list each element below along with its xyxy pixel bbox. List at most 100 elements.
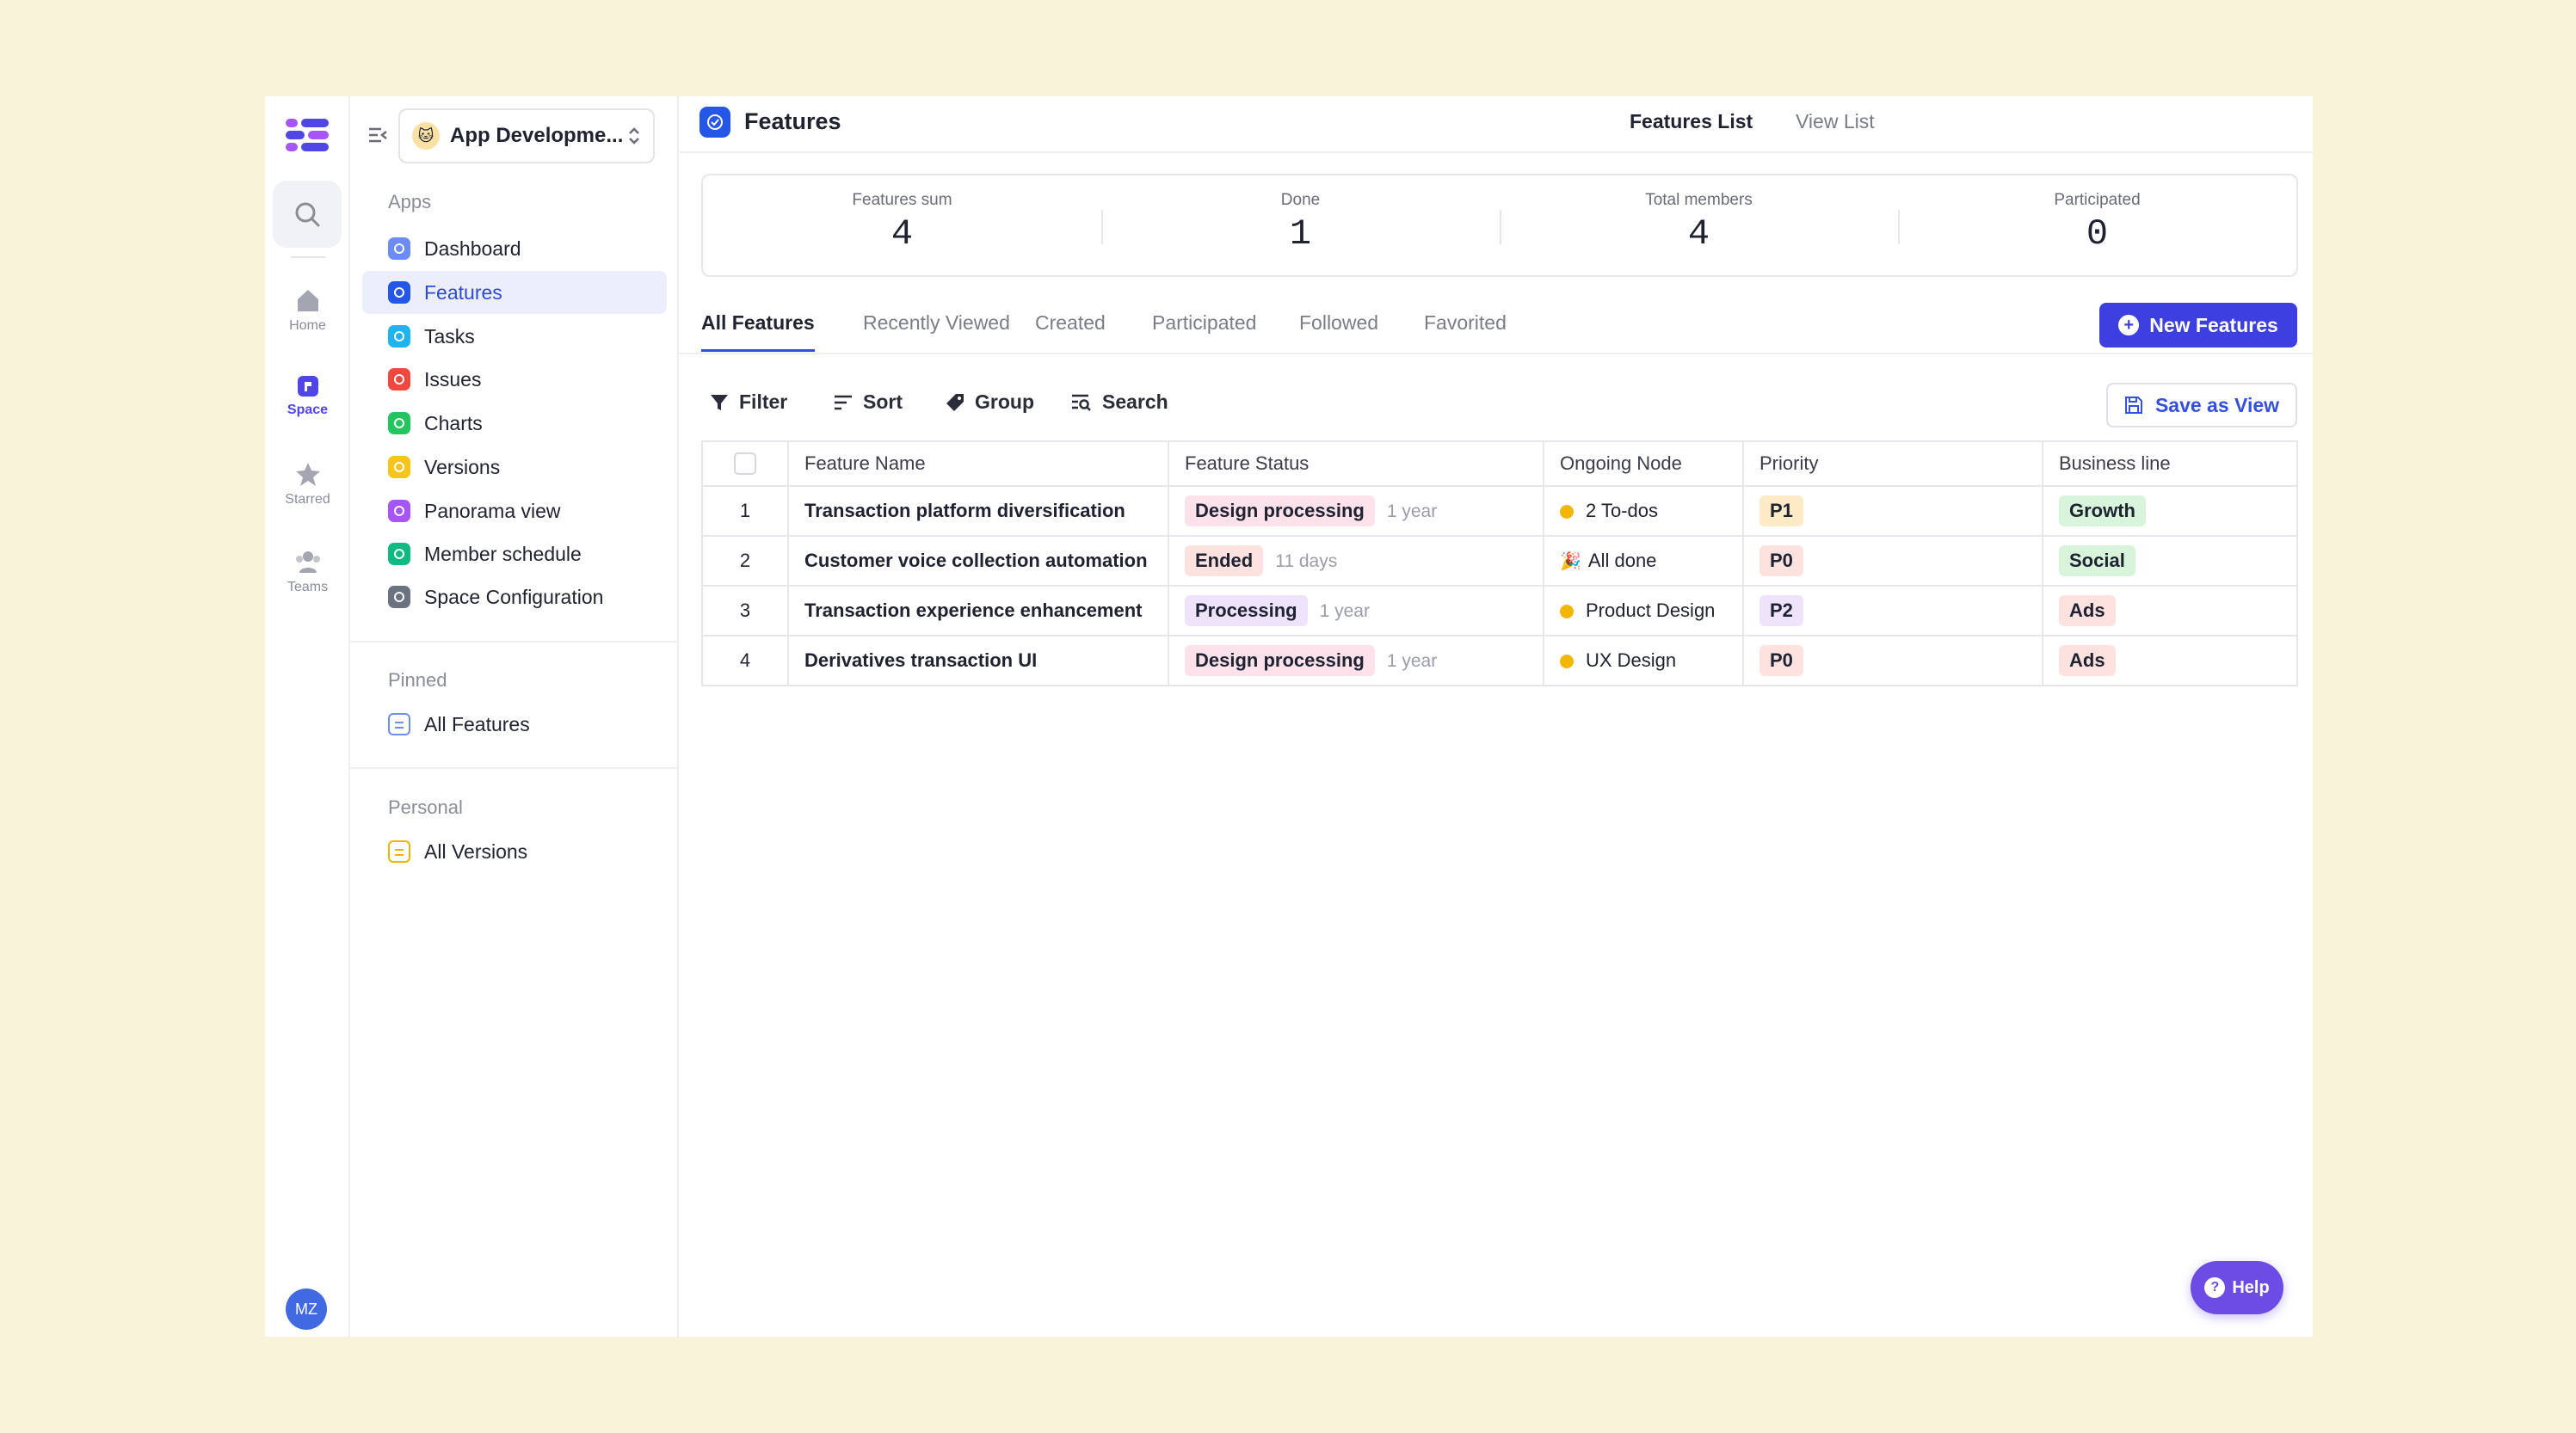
status-badge: Ended	[1185, 545, 1264, 576]
rail-divider	[291, 256, 325, 258]
business-badge: Ads	[2059, 645, 2116, 676]
save-icon	[2124, 397, 2142, 414]
main-content: Features Features List View List Feature…	[679, 96, 2313, 1337]
priority-cell[interactable]: P2	[1743, 586, 2043, 637]
feature-status-cell[interactable]: Ended 11 days	[1168, 536, 1544, 587]
space-selector[interactable]: 🐱 App Developme...	[398, 108, 655, 163]
priority-cell[interactable]: P0	[1743, 636, 2043, 686]
ongoing-node-cell[interactable]: 🎉 All done	[1544, 536, 1744, 587]
feature-name[interactable]: Customer voice collection automation	[788, 536, 1169, 587]
row-number: 2	[702, 536, 789, 587]
status-badge: Design processing	[1185, 495, 1375, 526]
tab-created[interactable]: Created	[1035, 311, 1106, 335]
space-name: App Developme...	[450, 124, 624, 147]
stat-features-sum: Features sum 4	[852, 191, 952, 255]
sidebar-item-all-features[interactable]: All Features	[362, 703, 667, 746]
space-icon	[297, 376, 318, 397]
priority-cell[interactable]: P0	[1743, 536, 2043, 587]
business-line-cell[interactable]: Ads	[2043, 636, 2297, 686]
help-button[interactable]: ? Help	[2191, 1261, 2283, 1314]
tasks-icon	[388, 325, 410, 347]
global-search-button[interactable]	[273, 181, 342, 248]
column-header-feature-name[interactable]: Feature Name	[788, 441, 1169, 487]
rail-item-space[interactable]: Space	[265, 375, 350, 418]
sidebar-item-features[interactable]: Features	[362, 271, 667, 314]
sort-button[interactable]: Sort	[834, 391, 903, 414]
status-duration: 1 year	[1386, 501, 1438, 521]
tab-favorited[interactable]: Favorited	[1424, 311, 1507, 335]
tab-view-list[interactable]: View List	[1796, 110, 1875, 133]
status-duration: 1 year	[1319, 601, 1370, 621]
features-table: Feature Name Feature Status Ongoing Node…	[701, 440, 2298, 686]
search-list-icon	[1072, 394, 1091, 411]
table-row[interactable]: 4 Derivatives transaction UI Design proc…	[702, 636, 2297, 686]
sidebar-item-space-configuration[interactable]: Space Configuration	[362, 575, 667, 618]
column-header-business-line[interactable]: Business line	[2043, 441, 2297, 487]
star-icon	[295, 463, 320, 486]
stat-participated: Participated 0	[1898, 175, 2296, 275]
table-row[interactable]: 3 Transaction experience enhancement Pro…	[702, 586, 2297, 637]
table-row[interactable]: 1 Transaction platform diversification D…	[702, 486, 2297, 537]
priority-cell[interactable]: P1	[1743, 486, 2043, 537]
save-as-view-button[interactable]: Save as View	[2106, 383, 2297, 427]
status-dot-icon	[1560, 605, 1574, 619]
priority-badge: P0	[1759, 645, 1803, 676]
tab-features-list[interactable]: Features List	[1630, 110, 1753, 133]
charts-icon	[388, 412, 410, 434]
feature-name[interactable]: Transaction platform diversification	[788, 486, 1169, 537]
status-dot-icon	[1560, 505, 1574, 520]
sidebar-item-panorama-view[interactable]: Panorama view	[362, 489, 667, 532]
column-header-feature-status[interactable]: Feature Status	[1168, 441, 1544, 487]
sidebar-item-tasks[interactable]: Tasks	[362, 315, 667, 358]
tab-participated[interactable]: Participated	[1152, 311, 1256, 335]
rail-item-teams[interactable]: Teams	[265, 549, 350, 595]
stat-total-members: Total members 4	[1500, 175, 1898, 275]
sidebar-item-member-schedule[interactable]: Member schedule	[362, 532, 667, 575]
feature-status-cell[interactable]: Processing 1 year	[1168, 586, 1544, 637]
select-all-checkbox[interactable]	[734, 452, 756, 475]
sidebar: 🐱 App Developme... Apps Dashboard Featur…	[350, 96, 679, 1337]
business-line-cell[interactable]: Growth	[2043, 486, 2297, 537]
sidebar-item-issues[interactable]: Issues	[362, 358, 667, 401]
ongoing-node-cell[interactable]: 2 To-dos	[1544, 486, 1744, 537]
stats-panel: Features sum 4 Done 1 Total members 4 Pa…	[701, 174, 2298, 277]
page-title: Features	[744, 108, 841, 134]
gear-icon	[388, 586, 410, 608]
priority-badge: P1	[1759, 495, 1803, 526]
sidebar-item-charts[interactable]: Charts	[362, 402, 667, 445]
list-icon	[388, 840, 410, 863]
tab-all-features[interactable]: All Features	[701, 311, 815, 352]
feature-status-cell[interactable]: Design processing 1 year	[1168, 636, 1544, 686]
column-header-ongoing-node[interactable]: Ongoing Node	[1544, 441, 1744, 487]
sidebar-item-dashboard[interactable]: Dashboard	[362, 227, 667, 270]
collapse-sidebar-icon[interactable]	[367, 125, 388, 145]
app-logo-icon[interactable]	[284, 115, 330, 153]
ongoing-node-cell[interactable]: UX Design	[1544, 636, 1744, 686]
user-avatar[interactable]: MZ	[286, 1288, 327, 1330]
feature-status-cell[interactable]: Design processing 1 year	[1168, 486, 1544, 537]
row-number: 3	[702, 586, 789, 637]
sidebar-divider	[350, 767, 677, 769]
column-header-priority[interactable]: Priority	[1743, 441, 2043, 487]
ongoing-node-cell[interactable]: Product Design	[1544, 586, 1744, 637]
search-button[interactable]: Search	[1071, 391, 1168, 414]
table-row[interactable]: 2 Customer voice collection automation E…	[702, 536, 2297, 587]
business-badge: Ads	[2059, 595, 2116, 626]
sidebar-item-versions[interactable]: Versions	[362, 446, 667, 489]
row-number: 1	[702, 486, 789, 537]
sort-icon	[835, 395, 852, 409]
rail-item-starred[interactable]: Starred	[265, 461, 350, 507]
tab-recently-viewed[interactable]: Recently Viewed	[863, 311, 1010, 335]
new-features-button[interactable]: + New Features	[2099, 303, 2297, 347]
feature-name[interactable]: Transaction experience enhancement	[788, 586, 1169, 637]
sidebar-item-all-versions[interactable]: All Versions	[362, 830, 667, 873]
business-line-cell[interactable]: Ads	[2043, 586, 2297, 637]
rail-item-home[interactable]: Home	[265, 287, 350, 334]
feature-name[interactable]: Derivatives transaction UI	[788, 636, 1169, 686]
tab-followed[interactable]: Followed	[1299, 311, 1378, 335]
business-line-cell[interactable]: Social	[2043, 536, 2297, 587]
priority-badge: P2	[1759, 595, 1803, 626]
group-button[interactable]: Group	[946, 391, 1034, 414]
filter-button[interactable]: Filter	[710, 391, 787, 414]
dashboard-icon	[388, 237, 410, 260]
